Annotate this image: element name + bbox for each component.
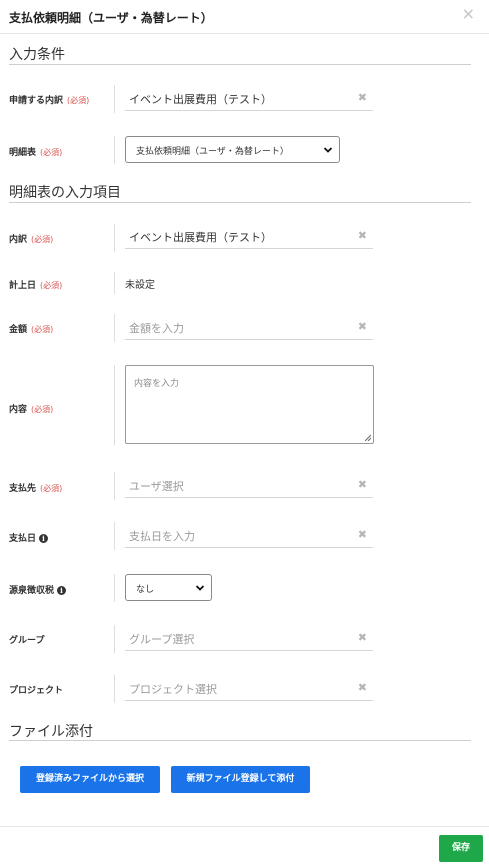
breakdown-field[interactable]: イベント出展費用（テスト） ✖: [125, 223, 373, 249]
clear-x-icon[interactable]: ✖: [358, 91, 367, 104]
label-separator: [114, 522, 115, 550]
required-mark: (必須): [40, 281, 63, 290]
label-separator: [114, 85, 115, 113]
section-title-fields: 明細表の入力項目: [9, 185, 121, 201]
content-label: 内容 (必須): [9, 405, 54, 415]
select-existing-file-button[interactable]: 登録済みファイルから選択: [20, 766, 160, 793]
section-title-attach: ファイル添付: [9, 724, 93, 740]
modal-header: 支払依頼明細（ユーザ・為替レート） ×: [0, 0, 489, 34]
statement-label: 明細表 (必須): [9, 148, 63, 158]
label-separator: [114, 314, 115, 342]
apply-item-label: 申請する内訳 (必須): [9, 96, 90, 106]
info-circle-icon[interactable]: i: [39, 534, 49, 543]
apply-item-field[interactable]: イベント出展費用（テスト） ✖: [125, 85, 373, 111]
required-mark: (必須): [31, 325, 54, 334]
apply-item-value: イベント出展費用（テスト）: [129, 93, 272, 106]
label-separator: [114, 675, 115, 703]
group-select[interactable]: グループ選択 ✖: [125, 625, 373, 651]
withholding-label: 源泉徴収税 i: [9, 583, 67, 596]
statement-select-value: 支払依頼明細（ユーザ・為替レート）: [136, 147, 289, 157]
clear-x-icon[interactable]: ✖: [358, 229, 367, 242]
content-placeholder: 内容を入力: [134, 379, 180, 389]
breakdown-value: イベント出展費用（テスト）: [129, 231, 272, 244]
register-new-file-button[interactable]: 新規ファイル登録して添付: [171, 766, 310, 793]
clear-x-icon[interactable]: ✖: [358, 478, 367, 491]
clear-x-icon[interactable]: ✖: [358, 528, 367, 541]
section-title-input: 入力条件: [9, 47, 65, 63]
required-mark: (必須): [67, 96, 90, 105]
group-label: グループ: [9, 636, 45, 646]
label-separator: [114, 272, 115, 294]
group-placeholder: グループ選択: [129, 633, 195, 646]
project-label: プロジェクト: [9, 686, 64, 696]
save-button[interactable]: 保存: [439, 835, 483, 862]
footer-divider: [0, 826, 489, 827]
withholding-select[interactable]: なし: [125, 574, 212, 601]
record-date-value: 未設定: [125, 280, 155, 291]
label-separator: [114, 365, 115, 445]
payee-select[interactable]: ユーザ選択 ✖: [125, 472, 373, 498]
breakdown-label: 内訳 (必須): [9, 235, 54, 245]
modal-title: 支払依頼明細（ユーザ・為替レート）: [9, 11, 213, 25]
payee-label: 支払先 (必須): [9, 484, 63, 494]
resize-grip-icon[interactable]: [364, 434, 371, 441]
required-mark: (必須): [31, 235, 54, 244]
info-circle-icon[interactable]: i: [57, 586, 67, 595]
close-icon[interactable]: ×: [462, 6, 475, 22]
statement-select[interactable]: 支払依頼明細（ユーザ・為替レート）: [125, 136, 340, 163]
required-mark: (必須): [40, 148, 63, 157]
clear-x-icon[interactable]: ✖: [358, 631, 367, 644]
clear-x-icon[interactable]: ✖: [358, 320, 367, 333]
project-placeholder: プロジェクト選択: [129, 683, 217, 696]
amount-input[interactable]: 金額を入力 ✖: [125, 314, 373, 340]
chevron-down-icon: [323, 147, 333, 153]
pay-date-input[interactable]: 支払日を入力 ✖: [125, 522, 373, 548]
content-textarea[interactable]: 内容を入力: [125, 365, 374, 444]
payee-placeholder: ユーザ選択: [129, 480, 184, 493]
label-separator: [114, 136, 115, 164]
record-date-label: 計上日 (必須): [9, 281, 63, 291]
pay-date-placeholder: 支払日を入力: [129, 530, 195, 543]
label-separator: [114, 625, 115, 653]
label-separator: [114, 574, 115, 602]
section-divider: [9, 740, 471, 741]
section-divider: [9, 202, 471, 203]
project-select[interactable]: プロジェクト選択 ✖: [125, 675, 373, 701]
required-mark: (必須): [40, 484, 63, 493]
chevron-down-icon: [195, 585, 205, 591]
clear-x-icon[interactable]: ✖: [358, 681, 367, 694]
amount-placeholder: 金額を入力: [129, 322, 184, 335]
label-separator: [114, 224, 115, 252]
withholding-select-value: なし: [136, 585, 155, 595]
amount-label: 金額 (必須): [9, 325, 54, 335]
label-separator: [114, 472, 115, 500]
required-mark: (必須): [31, 405, 54, 414]
section-divider: [9, 64, 471, 65]
pay-date-label: 支払日 i: [9, 531, 49, 544]
